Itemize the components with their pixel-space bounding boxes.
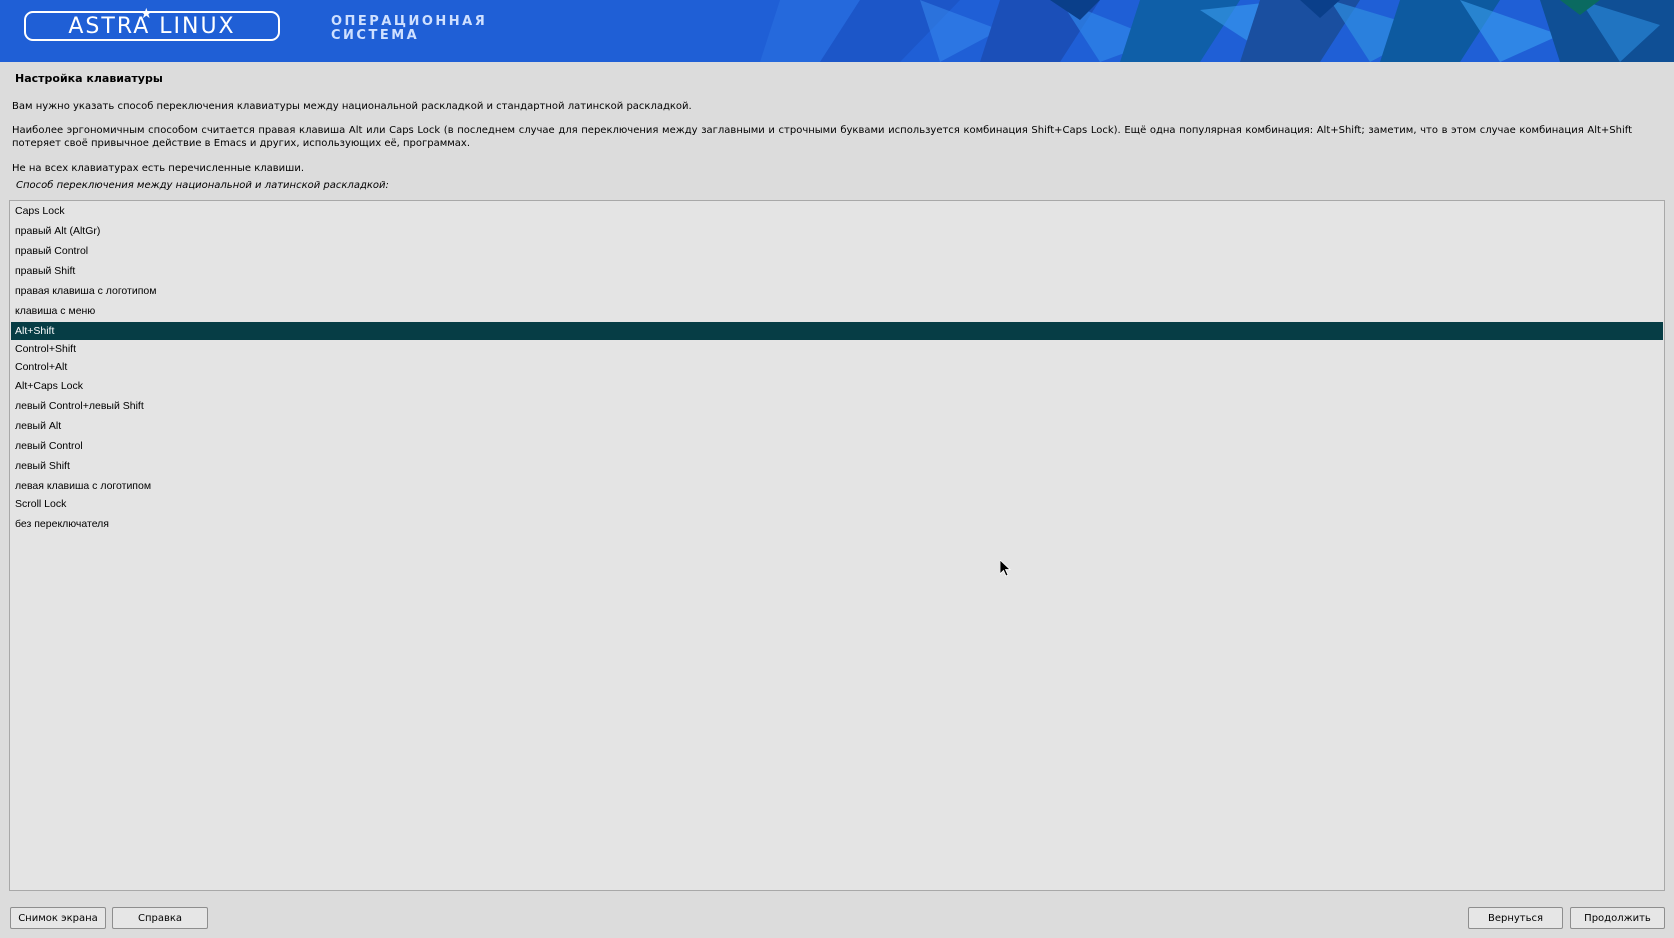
list-item[interactable]: Alt+Caps Lock xyxy=(11,377,1663,395)
list-item[interactable]: левый Control+левый Shift xyxy=(11,397,1663,415)
list-item[interactable]: Control+Shift xyxy=(11,340,1663,358)
continue-button[interactable]: Продолжить xyxy=(1570,907,1665,929)
description-paragraph-2: Наиболее эргономичным способом считается… xyxy=(12,125,1632,149)
page-title: Настройка клавиатуры xyxy=(15,72,163,85)
help-button[interactable]: Справка xyxy=(112,907,208,929)
screenshot-button[interactable]: Снимок экрана xyxy=(10,907,106,929)
description-paragraph-3: Не на всех клавиатурах есть перечисленны… xyxy=(12,163,305,174)
list-item[interactable]: Control+Alt xyxy=(11,358,1663,376)
question-label: Способ переключения между национальной и… xyxy=(16,180,389,191)
list-item[interactable]: левый Control xyxy=(11,437,1663,455)
list-item[interactable]: левая клавиша с логотипом xyxy=(11,477,1663,495)
switch-method-list[interactable]: Caps Lock правый Alt (AltGr) правый Cont… xyxy=(9,200,1665,891)
list-item-selected[interactable]: Alt+Shift xyxy=(11,322,1663,340)
header-banner: ASTRA LINUX ★ ОПЕРАЦИОННАЯ СИСТЕМА xyxy=(0,0,1674,62)
os-subtitle: ОПЕРАЦИОННАЯ СИСТЕМА xyxy=(331,15,487,43)
list-item[interactable]: левый Alt xyxy=(11,417,1663,435)
logo-star-icon: ★ xyxy=(140,6,153,22)
list-item[interactable]: Scroll Lock xyxy=(11,495,1663,513)
list-item[interactable]: правая клавиша с логотипом xyxy=(11,282,1663,300)
description-paragraph-1: Вам нужно указать способ переключения кл… xyxy=(12,101,692,112)
list-item[interactable]: правый Control xyxy=(11,242,1663,260)
mouse-pointer-icon xyxy=(1000,560,1012,577)
list-item[interactable]: левый Shift xyxy=(11,457,1663,475)
list-item[interactable]: клавиша с меню xyxy=(11,302,1663,320)
list-item[interactable]: правый Alt (AltGr) xyxy=(11,222,1663,240)
list-item[interactable]: без переключателя xyxy=(11,515,1663,533)
os-subtitle-line1: ОПЕРАЦИОННАЯ xyxy=(331,14,488,29)
os-subtitle-line2: СИСТЕМА xyxy=(331,28,420,43)
list-item[interactable]: правый Shift xyxy=(11,262,1663,280)
list-item[interactable]: Caps Lock xyxy=(11,202,1663,220)
installer-window: ASTRA LINUX ★ ОПЕРАЦИОННАЯ СИСТЕМА Настр… xyxy=(0,0,1674,938)
back-button[interactable]: Вернуться xyxy=(1468,907,1563,929)
